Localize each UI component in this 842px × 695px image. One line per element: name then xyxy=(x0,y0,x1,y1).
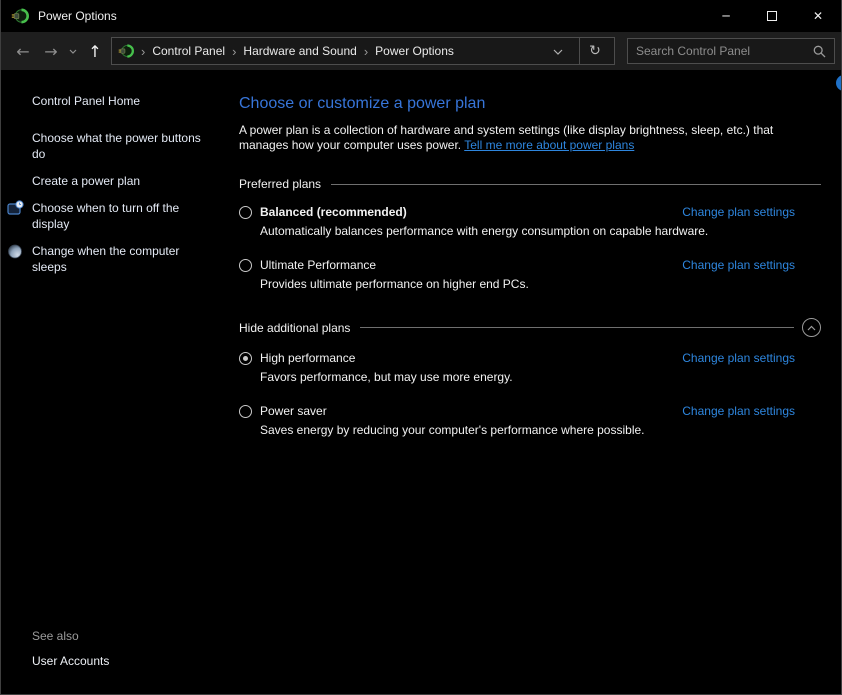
section-header-preferred-plans: Preferred plans xyxy=(239,177,821,191)
sidebar-item-user-accounts[interactable]: User Accounts xyxy=(32,654,226,668)
tell-me-more-link[interactable]: Tell me more about power plans xyxy=(464,138,634,152)
breadcrumb-separator: › xyxy=(364,44,368,59)
content-area: Control Panel Home Choose what the power… xyxy=(1,70,841,694)
sidebar-item-turn-off-display[interactable]: Choose when to turn off the display xyxy=(1,200,226,232)
change-plan-settings-link-ultimate[interactable]: Change plan settings xyxy=(682,258,795,272)
titlebar: Power Options ─ ✕ xyxy=(1,0,841,32)
radio-power-saver[interactable] xyxy=(239,405,252,418)
close-button[interactable]: ✕ xyxy=(795,0,841,32)
page-title: Choose or customize a power plan xyxy=(239,95,821,113)
section-header-additional-plans: Hide additional plans xyxy=(239,318,821,337)
forward-button[interactable]: → xyxy=(37,37,65,65)
main-pane: ? Choose or customize a power plan A pow… xyxy=(226,70,841,694)
intro-paragraph: A power plan is a collection of hardware… xyxy=(239,123,821,153)
search-box[interactable] xyxy=(627,38,835,64)
radio-balanced[interactable] xyxy=(239,206,252,219)
navigation-bar: ← → ↑ › Control Panel › Hardware and Sou… xyxy=(1,32,841,70)
sidebar-item-computer-sleeps[interactable]: Change when the computer sleeps xyxy=(1,243,226,275)
radio-high-performance[interactable] xyxy=(239,352,252,365)
address-dropdown-button[interactable] xyxy=(547,38,569,64)
plan-description: Saves energy by reducing your computer's… xyxy=(260,423,795,438)
up-button[interactable]: ↑ xyxy=(81,37,109,65)
plan-description: Provides ultimate performance on higher … xyxy=(260,277,795,292)
change-plan-settings-link-high-performance[interactable]: Change plan settings xyxy=(682,351,795,365)
power-options-breadcrumb-icon xyxy=(118,43,134,59)
chevron-down-icon xyxy=(553,49,563,55)
chevron-up-icon xyxy=(807,325,816,331)
sidebar-item-create-power-plan[interactable]: Create a power plan xyxy=(1,173,226,189)
recent-pages-dropdown[interactable] xyxy=(65,37,81,65)
section-divider xyxy=(360,327,794,328)
sleep-icon xyxy=(7,243,24,260)
section-divider xyxy=(331,184,821,185)
plan-description: Favors performance, but may use more ene… xyxy=(260,370,795,385)
search-input[interactable] xyxy=(636,44,813,58)
display-clock-icon xyxy=(7,200,24,217)
plan-row-balanced: Balanced (recommended) Change plan setti… xyxy=(239,205,821,239)
change-plan-settings-link-balanced[interactable]: Change plan settings xyxy=(682,205,795,219)
refresh-button[interactable]: ↻ xyxy=(580,38,610,64)
maximize-button[interactable] xyxy=(749,0,795,32)
maximize-icon xyxy=(767,11,777,21)
collapse-additional-plans-button[interactable] xyxy=(802,318,821,337)
breadcrumb-hardware-and-sound[interactable]: Hardware and Sound xyxy=(243,44,356,58)
breadcrumb-separator: › xyxy=(232,44,236,59)
breadcrumb-power-options[interactable]: Power Options xyxy=(375,44,454,58)
search-icon[interactable] xyxy=(813,45,826,58)
change-plan-settings-link-power-saver[interactable]: Change plan settings xyxy=(682,404,795,418)
section-label: Preferred plans xyxy=(239,177,321,191)
plan-row-power-saver: Power saver Change plan settings Saves e… xyxy=(239,404,821,438)
sidebar-item-control-panel-home[interactable]: Control Panel Home xyxy=(32,94,212,108)
plan-description: Automatically balances performance with … xyxy=(260,224,795,239)
window-title: Power Options xyxy=(38,9,703,23)
plan-name[interactable]: Ultimate Performance xyxy=(260,258,376,272)
power-options-window: Power Options ─ ✕ ← → ↑ › Control Panel … xyxy=(0,0,842,695)
plan-row-high-performance: High performance Change plan settings Fa… xyxy=(239,351,821,385)
sidebar-item-label: Change when the computer sleeps xyxy=(32,244,179,274)
chevron-down-icon xyxy=(69,49,77,54)
see-also-header: See also xyxy=(32,629,226,643)
back-button[interactable]: ← xyxy=(9,37,37,65)
sidebar-item-label: Choose when to turn off the display xyxy=(32,201,179,231)
help-icon[interactable]: ? xyxy=(836,75,841,91)
address-bar[interactable]: › Control Panel › Hardware and Sound › P… xyxy=(111,37,615,65)
plan-name[interactable]: High performance xyxy=(260,351,355,365)
section-label: Hide additional plans xyxy=(239,321,350,335)
breadcrumb-control-panel[interactable]: Control Panel xyxy=(152,44,225,58)
plan-row-ultimate-performance: Ultimate Performance Change plan setting… xyxy=(239,258,821,292)
breadcrumb-separator: › xyxy=(141,44,145,59)
sidebar-spacer xyxy=(1,286,226,629)
plan-name[interactable]: Balanced (recommended) xyxy=(260,205,407,219)
sidebar-item-label: Create a power plan xyxy=(32,174,140,188)
plan-name[interactable]: Power saver xyxy=(260,404,327,418)
power-options-app-icon xyxy=(11,7,29,25)
radio-ultimate-performance[interactable] xyxy=(239,259,252,272)
sidebar-item-power-buttons[interactable]: Choose what the power buttons do xyxy=(1,130,226,162)
sidebar-item-label: Choose what the power buttons do xyxy=(32,131,201,161)
minimize-button[interactable]: ─ xyxy=(703,0,749,32)
sidebar: Control Panel Home Choose what the power… xyxy=(1,70,226,694)
